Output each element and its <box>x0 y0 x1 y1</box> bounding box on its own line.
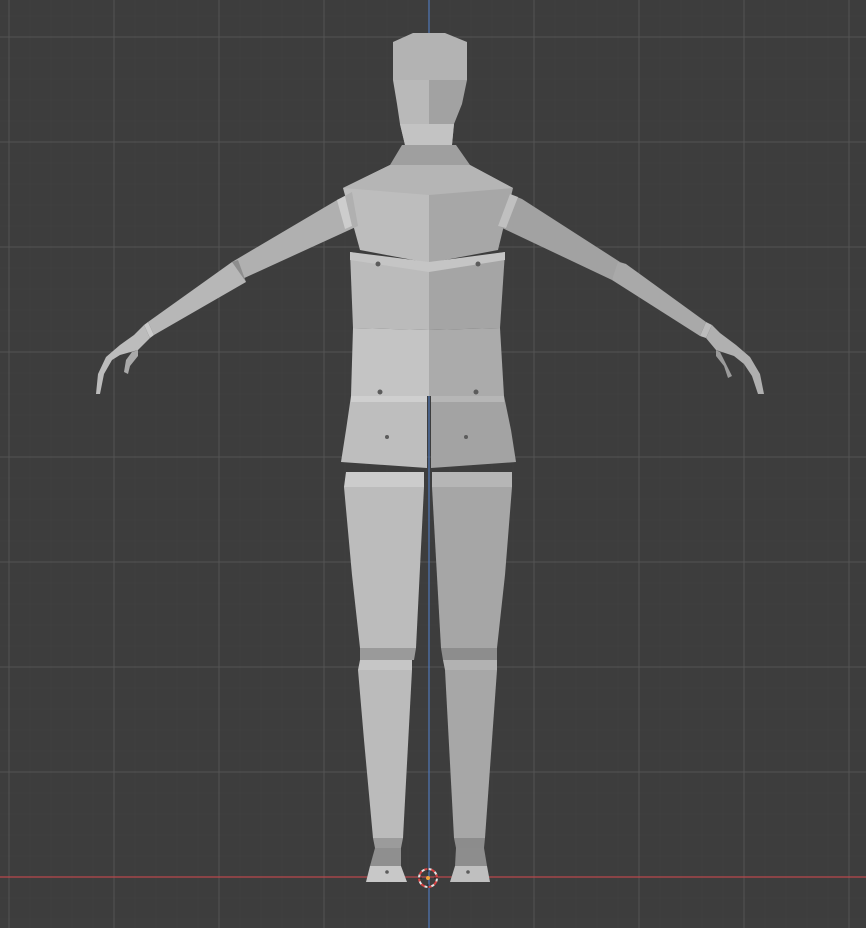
viewport-scene[interactable] <box>0 0 866 928</box>
abdomen-part[interactable] <box>350 252 505 330</box>
joint-dot <box>385 435 389 439</box>
3d-viewport[interactable] <box>0 0 866 928</box>
joint-dot <box>464 435 468 439</box>
waist-part[interactable] <box>351 328 504 396</box>
origin-point-icon <box>426 876 430 880</box>
joint-dot <box>475 261 481 267</box>
right-foot-part[interactable] <box>450 848 490 882</box>
joint-dot <box>385 870 389 874</box>
joint-dot <box>473 389 479 395</box>
joint-dot <box>466 870 470 874</box>
joint-dot <box>375 261 381 267</box>
joint-dot <box>377 389 383 395</box>
